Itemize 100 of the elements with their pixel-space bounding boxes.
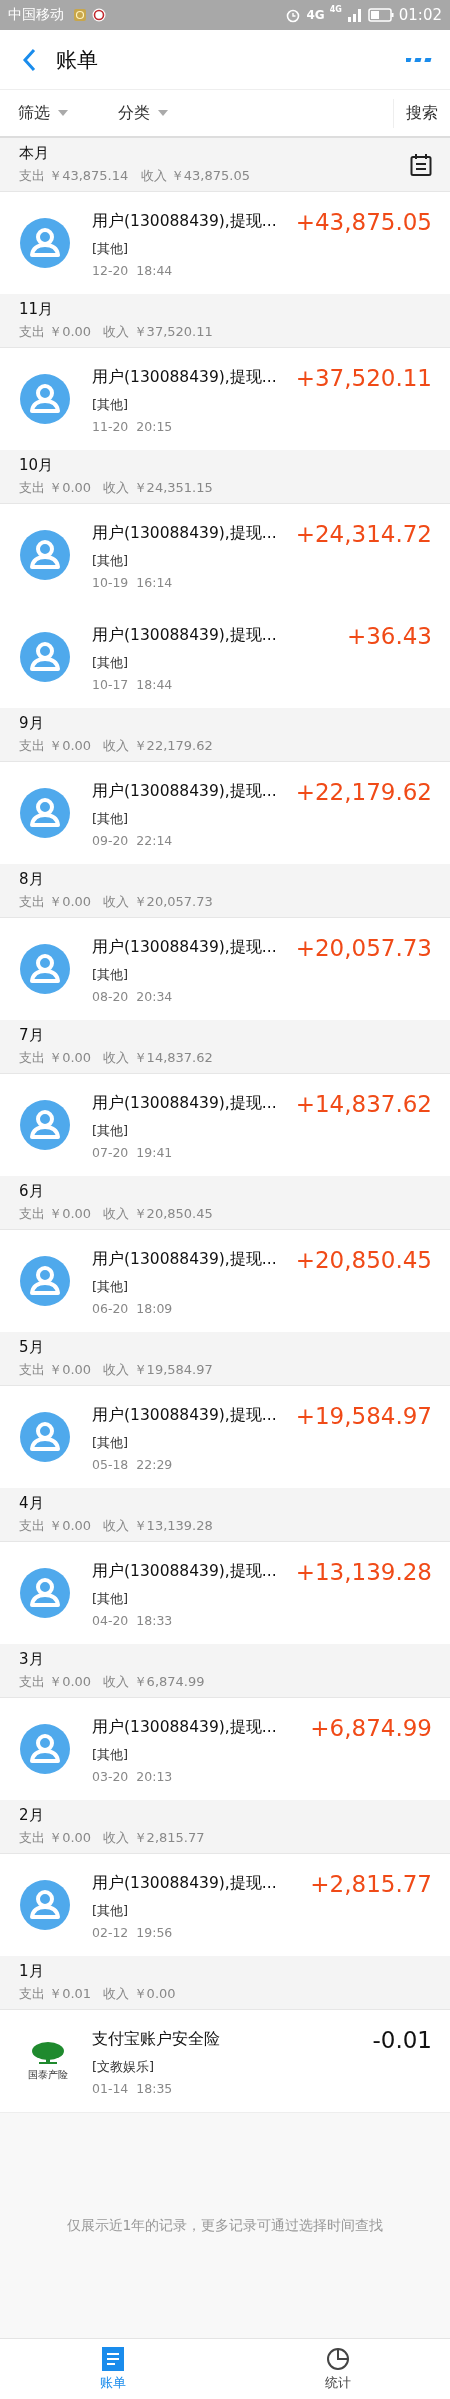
- bill-time: 10-17 18:44: [92, 676, 173, 692]
- bill-title: 用户(130088439),提现...: [92, 523, 277, 544]
- avatar-icon: [20, 218, 70, 268]
- bill-title: 用户(130088439),提现...: [92, 937, 277, 958]
- month-summary: 支出 ￥0.00 收入 ￥20,057.73: [19, 893, 214, 911]
- bill-amount: +43,875.05: [295, 208, 432, 235]
- bill-amount: +20,850.45: [295, 1246, 432, 1273]
- calendar-icon[interactable]: [410, 152, 432, 177]
- bill-title: 用户(130088439),提现...: [92, 1873, 277, 1894]
- bill-title: 用户(130088439),提现...: [92, 1717, 277, 1738]
- month-label: 11月: [19, 300, 55, 319]
- month-summary: 支出 ￥0.00 收入 ￥2,815.77: [19, 1829, 206, 1847]
- tab[interactable]: 账单: [0, 2339, 225, 2399]
- bill-time: 04-20 18:33: [92, 1612, 173, 1628]
- bill-category: [文教娱乐]: [92, 2057, 155, 2076]
- bill-amount: +14,837.62: [295, 1090, 432, 1117]
- month-label: 7月: [19, 1026, 45, 1045]
- month-label: 1月: [19, 1962, 45, 1981]
- bill-category: [其他]: [92, 1277, 129, 1296]
- bill-amount: +37,520.11: [295, 364, 432, 391]
- month-summary: 支出 ￥0.01 收入 ￥0.00: [19, 1985, 177, 2003]
- filter-dropdown[interactable]: 筛选: [16, 98, 116, 128]
- bill-amount: +22,179.62: [295, 778, 432, 805]
- month-summary: 支出 ￥0.00 收入 ￥13,139.28: [19, 1517, 214, 1535]
- month-label: 4月: [19, 1494, 45, 1513]
- bill-category: [其他]: [92, 239, 129, 258]
- avatar-icon: [20, 1412, 70, 1462]
- month-summary: 支出 ￥0.00 收入 ￥37,520.11: [19, 323, 214, 341]
- bill-time: 11-20 20:15: [92, 418, 173, 434]
- month-label: 6月: [19, 1182, 45, 1201]
- network-label: 4G: [306, 8, 325, 22]
- caret-icon: [58, 110, 68, 116]
- month-label: 3月: [19, 1650, 45, 1669]
- app-badge-icon: [92, 8, 106, 22]
- caret-icon: [158, 110, 168, 116]
- coin-icon: [73, 8, 87, 22]
- search-button[interactable]: 搜索: [393, 98, 438, 128]
- bill-title: 用户(130088439),提现...: [92, 781, 277, 802]
- avatar-icon: [20, 1724, 70, 1774]
- bill-title: 用户(130088439),提现...: [92, 1249, 277, 1270]
- page-title: 账单: [56, 46, 98, 74]
- bill-time: 10-19 16:14: [92, 574, 173, 590]
- filter-dropdown[interactable]: 分类: [116, 98, 216, 128]
- signal-label: 4G: [329, 5, 342, 14]
- back-icon[interactable]: [22, 47, 36, 72]
- bill-title: 支付宝账户安全险: [92, 2029, 220, 2050]
- bill-category: [其他]: [92, 809, 129, 828]
- bill-title: 用户(130088439),提现...: [92, 211, 277, 232]
- month-summary: 支出 ￥0.00 收入 ￥14,837.62: [19, 1049, 214, 1067]
- bill-category: [其他]: [92, 1121, 129, 1140]
- month-label: 10月: [19, 456, 55, 475]
- bill-time: 03-20 20:13: [92, 1768, 173, 1784]
- bill-time: 08-20 20:34: [92, 988, 173, 1004]
- avatar-icon: [20, 788, 70, 838]
- bill-title: 用户(130088439),提现...: [92, 1405, 277, 1426]
- bill-time: 05-18 22:29: [92, 1456, 173, 1472]
- bill-time: 06-20 18:09: [92, 1300, 173, 1316]
- bill-amount: +24,314.72: [295, 520, 432, 547]
- month-label: 5月: [19, 1338, 45, 1357]
- bill-category: [其他]: [92, 1901, 129, 1920]
- signal-icon: [346, 8, 363, 22]
- bill-category: [其他]: [92, 653, 129, 672]
- avatar-icon: [20, 1568, 70, 1618]
- bill-time: 02-12 19:56: [92, 1924, 173, 1940]
- footer-note: 仅展示近1年的记录，更多记录可通过选择时间查找: [66, 2216, 384, 2235]
- avatar-icon: [20, 1880, 70, 1930]
- month-summary: 支出 ￥0.00 收入 ￥20,850.45: [19, 1205, 214, 1223]
- bill-time: 07-20 19:41: [92, 1144, 173, 1160]
- bill-title: 用户(130088439),提现...: [92, 625, 277, 646]
- bill-amount: +2,815.77: [310, 1870, 432, 1897]
- carrier-name: 中国移动: [8, 6, 64, 24]
- bill-category: [其他]: [92, 1745, 129, 1764]
- battery-icon: [367, 8, 394, 22]
- insurer-logo: 国泰产险: [20, 2040, 76, 2082]
- bill-amount: +36.43: [346, 622, 432, 649]
- bill-category: [其他]: [92, 551, 129, 570]
- avatar-icon: [20, 944, 70, 994]
- bill-amount: -0.01: [372, 2026, 432, 2053]
- avatar-icon: [20, 530, 70, 580]
- bill-amount: +19,584.97: [295, 1402, 432, 1429]
- status-time: 01:02: [398, 6, 442, 24]
- month-label: 本月: [19, 144, 50, 163]
- list-icon: [101, 2346, 124, 2371]
- bill-category: [其他]: [92, 1433, 129, 1452]
- bill-amount: +20,057.73: [295, 934, 432, 961]
- avatar-icon: [20, 632, 70, 682]
- bill-title: 用户(130088439),提现...: [92, 1561, 277, 1582]
- bill-time: 12-20 18:44: [92, 262, 173, 278]
- pie-chart-icon: [325, 2346, 350, 2371]
- month-summary: 支出 ￥0.00 收入 ￥19,584.97: [19, 1361, 214, 1379]
- bill-title: 用户(130088439),提现...: [92, 367, 277, 388]
- tab[interactable]: 统计: [225, 2339, 450, 2399]
- bill-time: 09-20 22:14: [92, 832, 173, 848]
- bill-category: [其他]: [92, 395, 129, 414]
- bill-amount: +13,139.28: [295, 1558, 432, 1585]
- more-icon[interactable]: [406, 55, 432, 64]
- month-label: 2月: [19, 1806, 45, 1825]
- avatar-icon: [20, 374, 70, 424]
- month-summary: 支出 ￥0.00 收入 ￥24,351.15: [19, 479, 214, 497]
- bill-category: [其他]: [92, 965, 129, 984]
